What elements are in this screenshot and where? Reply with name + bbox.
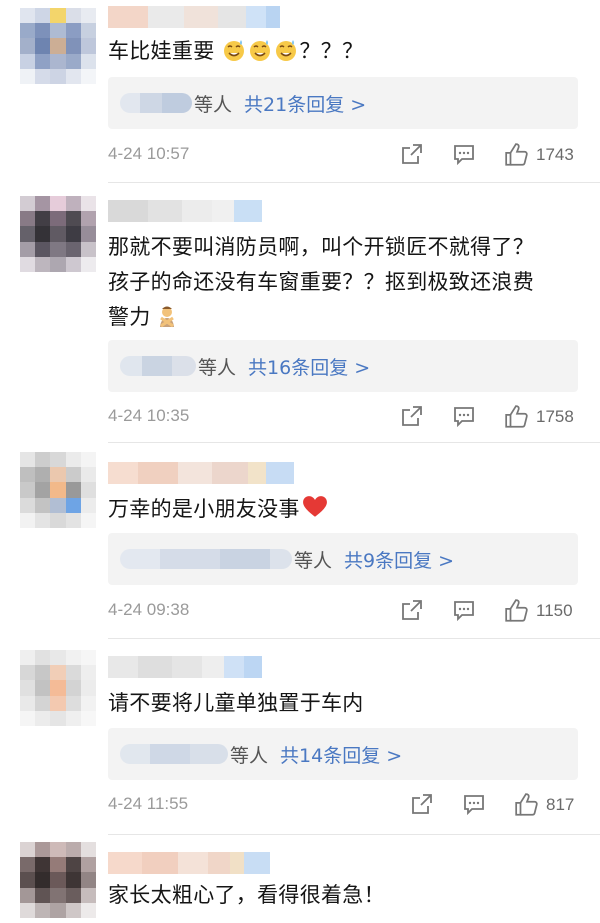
comment-text-line: 那就不要叫消防员啊，叫个开锁匠不就得了？ [108,235,534,259]
reply-names-blurred [120,549,292,569]
view-replies-link[interactable]: 共14条回复 > [280,741,402,768]
comment-time: 4-24 10:35 [108,406,190,425]
sweat-smile-emoji [224,40,245,61]
comment-time: 4-24 11:55 [108,794,189,813]
share-icon [402,600,422,620]
reply-names-blurred [120,744,228,764]
divider [108,182,600,183]
sweat-smile-emoji [276,40,297,61]
comment-meta: 4-24 10:35 1758 [108,404,578,432]
nickname-blurred[interactable] [108,200,262,222]
thumbs-up-icon [505,405,528,428]
share-icon [402,144,422,164]
like-button[interactable]: 1758 [504,404,574,430]
divider [108,638,600,639]
divider [108,834,600,835]
share-button[interactable] [400,404,424,428]
like-count: 1150 [536,601,573,620]
comment-icon [464,795,484,816]
share-button[interactable] [400,142,424,166]
comment-button[interactable] [452,598,476,622]
like-button[interactable]: 1743 [504,142,574,168]
comment-icon [454,407,474,428]
view-replies-link[interactable]: 共9条回复 > [344,546,454,573]
comment-text: 请不要将儿童单独置于车内 [108,691,364,715]
view-replies-link[interactable]: 共21条回复 > [244,90,366,117]
avatar[interactable] [20,8,96,84]
avatar[interactable] [20,650,96,726]
share-icon [412,794,432,814]
comment-text: 家长太粗心了，看得很着急！ [108,883,385,907]
avatar[interactable] [20,452,96,528]
thumbs-up-icon [505,143,528,166]
reply-names-blurred [120,356,196,376]
share-button[interactable] [400,598,424,622]
comment-time: 4-24 09:38 [108,600,190,619]
like-count: 817 [546,795,575,814]
thumbs-up-icon [515,793,538,816]
red-heart-emoji [302,496,327,517]
divider [108,442,600,443]
view-replies-link[interactable]: 共16条回复 > [248,353,370,380]
comment-button[interactable] [462,792,486,816]
like-button[interactable]: 817 [514,792,574,818]
thumbs-up-icon [505,599,528,622]
nickname-blurred[interactable] [108,462,294,484]
comment-button[interactable] [452,404,476,428]
comment-button[interactable] [452,142,476,166]
comment-text: 车比娃重要 ？？？ [108,39,364,63]
avatar[interactable] [20,842,96,918]
comment-text: 那就不要叫消防员啊，叫个开锁匠不就得了？ 孩子的命还没有车窗重要？？抠到极致还浪… [108,230,588,335]
sweat-smile-emoji [250,40,271,61]
comment-meta: 4-24 10:57 1743 [108,142,578,170]
like-button[interactable]: 1150 [504,598,573,624]
reply-who-label: 等人 [230,744,269,767]
no-gesture-emoji [159,306,174,328]
comment-icon [454,601,474,622]
nickname-blurred[interactable] [108,656,262,678]
nickname-blurred[interactable] [108,6,280,28]
like-count: 1743 [536,145,574,164]
reply-who-label: 等人 [194,93,233,116]
like-count: 1758 [536,407,574,426]
reply-summary[interactable]: 等人 共21条回复 > [108,77,578,129]
share-button[interactable] [410,792,434,816]
comment-time: 4-24 10:57 [108,144,190,163]
comment-text-line: 孩子的命还没有车窗重要？？抠到极致还浪费 [108,270,534,294]
reply-summary[interactable]: 等人 共16条回复 > [108,340,578,392]
nickname-blurred[interactable] [108,852,270,874]
avatar[interactable] [20,196,96,272]
reply-summary[interactable]: 等人 共9条回复 > [108,533,578,585]
reply-who-label: 等人 [198,356,237,379]
reply-summary[interactable]: 等人 共14条回复 > [108,728,578,780]
comment-meta: 4-24 11:55 817 [108,792,578,820]
reply-names-blurred [120,93,192,113]
comment-text: 万幸的是小朋友没事 [108,492,588,527]
comment-meta: 4-24 09:38 1150 [108,598,578,626]
comment-text-line: 警力 [108,300,588,335]
reply-who-label: 等人 [294,549,333,572]
share-icon [402,406,422,426]
comment-icon [454,145,474,166]
